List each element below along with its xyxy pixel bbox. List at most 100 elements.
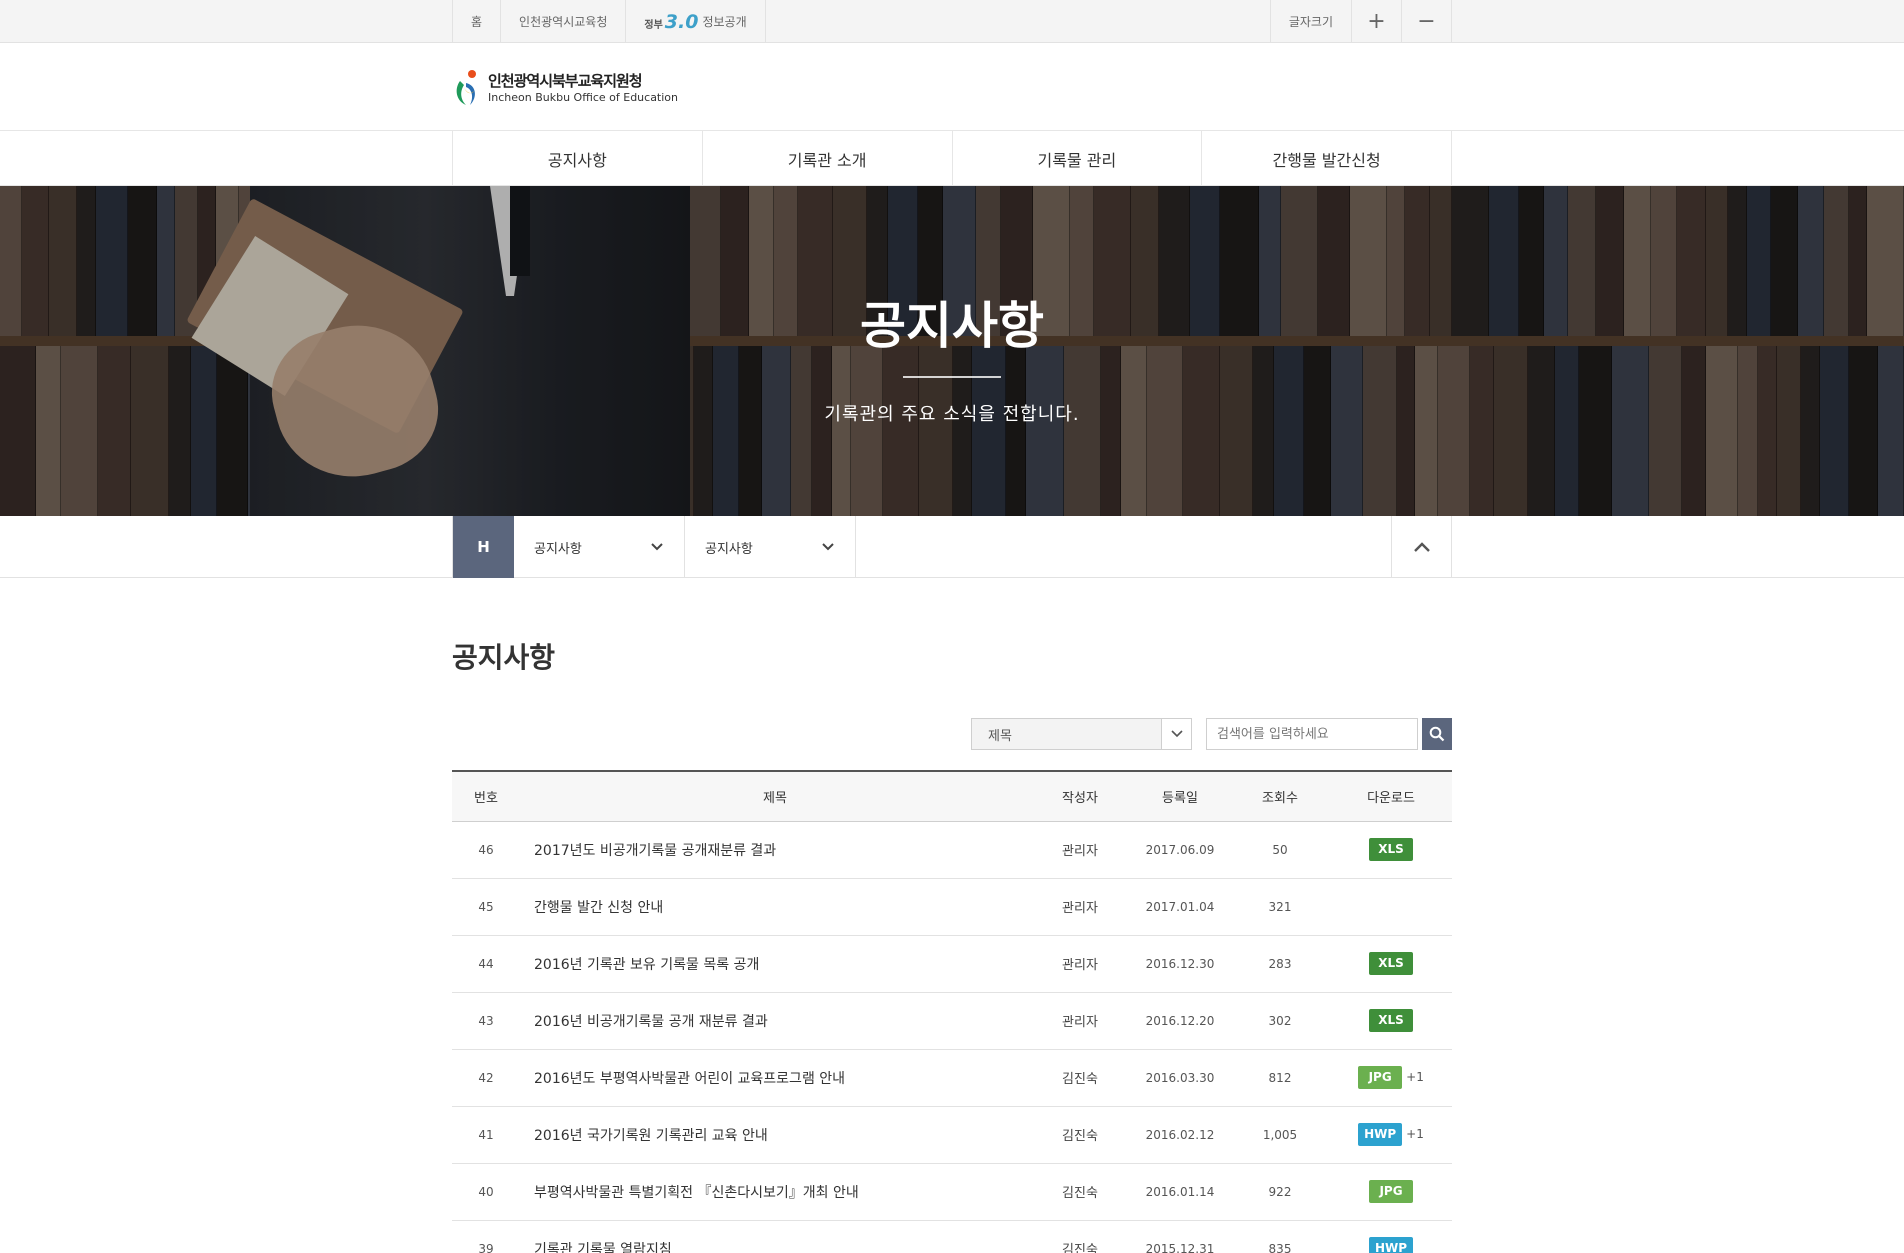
jpg-file-badge[interactable]: JPG — [1358, 1066, 1403, 1089]
gov30-link[interactable]: 정부 3.0 정보공개 — [626, 0, 766, 43]
row-download: HWP — [1330, 1220, 1452, 1253]
col-number: 번호 — [452, 771, 520, 822]
main-nav: 공지사항 기록관 소개 기록물 관리 간행물 발간신청 — [0, 131, 1904, 186]
extra-files-count: +1 — [1406, 1070, 1424, 1084]
site-logo[interactable]: 인천광역시북부교육지원청 Incheon Bukbu Office of Edu… — [452, 65, 678, 109]
logo-subtitle: Incheon Bukbu Office of Education — [488, 91, 679, 104]
table-row[interactable]: 45 간행물 발간 신청 안내 관리자 2017.01.04 321 — [452, 878, 1452, 936]
chevron-down-icon — [1170, 730, 1183, 738]
row-date: 2016.12.30 — [1130, 935, 1230, 993]
row-number: 39 — [452, 1220, 520, 1253]
table-row[interactable]: 40 부평역사박물관 특별기획전 『신촌다시보기』개최 안내 김진숙 2016.01.… — [452, 1163, 1452, 1221]
search-input[interactable] — [1206, 718, 1418, 750]
row-date: 2017.01.04 — [1130, 878, 1230, 936]
row-date: 2016.01.14 — [1130, 1163, 1230, 1221]
chevron-up-icon — [1413, 542, 1430, 552]
row-views: 50 — [1230, 821, 1330, 879]
row-author: 김진숙 — [1030, 1163, 1130, 1221]
row-number: 42 — [452, 1049, 520, 1107]
xls-file-badge[interactable]: XLS — [1369, 838, 1413, 861]
hwp-file-badge[interactable]: HWP — [1369, 1237, 1413, 1253]
font-increase-button[interactable]: + — [1352, 0, 1402, 43]
row-views: 321 — [1230, 878, 1330, 936]
hero-subtitle: 기록관의 주요 소식을 전합니다. — [824, 404, 1080, 425]
row-author: 김진숙 — [1030, 1049, 1130, 1107]
col-date: 등록일 — [1130, 771, 1230, 822]
search-bar: 제목 — [452, 718, 1452, 750]
hero-divider — [903, 376, 1001, 378]
row-number: 46 — [452, 821, 520, 879]
xls-file-badge[interactable]: XLS — [1369, 1009, 1413, 1032]
location-dropdown-2-label: 공지사항 — [705, 541, 753, 557]
row-date: 2016.02.12 — [1130, 1106, 1230, 1164]
chevron-down-icon — [651, 543, 663, 551]
table-row[interactable]: 43 2016년 비공개기록물 공개 재분류 결과 관리자 2016.12.20 302… — [452, 992, 1452, 1050]
location-home-button[interactable]: H — [453, 516, 514, 578]
row-title-link[interactable]: 2016년도 부평역사박물관 어린이 교육프로그램 안내 — [520, 1049, 1030, 1107]
logo-title: 인천광역시북부교육지원청 — [488, 72, 643, 90]
nav-notice[interactable]: 공지사항 — [452, 131, 702, 186]
row-title-link[interactable]: 간행물 발간 신청 안내 — [520, 878, 1030, 936]
search-field-select[interactable]: 제목 — [971, 718, 1192, 750]
row-number: 41 — [452, 1106, 520, 1164]
row-author: 김진숙 — [1030, 1106, 1130, 1164]
location-dropdown-1-label: 공지사항 — [534, 541, 582, 557]
scroll-top-button[interactable] — [1391, 516, 1451, 578]
row-download: HWP +1 — [1330, 1106, 1452, 1164]
table-row[interactable]: 39 기록관 기록물 열람지침 김진숙 2015.12.31 835 HWP — [452, 1220, 1452, 1253]
row-views: 283 — [1230, 935, 1330, 993]
chevron-down-icon — [822, 543, 834, 551]
table-row[interactable]: 44 2016년 기록관 보유 기록물 목록 공개 관리자 2016.12.30 283… — [452, 935, 1452, 993]
row-date: 2015.12.31 — [1130, 1220, 1230, 1253]
utility-bar: 홈 인천광역시교육청 정부 3.0 정보공개 글자크기 + − — [0, 0, 1904, 43]
xls-file-badge[interactable]: XLS — [1369, 952, 1413, 975]
table-row[interactable]: 41 2016년 국가기록원 기록관리 교육 안내 김진숙 2016.02.12 1,0… — [452, 1106, 1452, 1164]
search-icon — [1429, 726, 1445, 742]
location-bar: H 공지사항 공지사항 — [0, 516, 1904, 578]
row-title-link[interactable]: 2016년 국가기록원 기록관리 교육 안내 — [520, 1106, 1030, 1164]
header: 인천광역시북부교육지원청 Incheon Bukbu Office of Edu… — [0, 43, 1904, 131]
jpg-file-badge[interactable]: JPG — [1369, 1180, 1413, 1203]
table-row[interactable]: 42 2016년도 부평역사박물관 어린이 교육프로그램 안내 김진숙 2016.03… — [452, 1049, 1452, 1107]
gov30-logo: 정부 3.0 — [644, 10, 699, 33]
font-decrease-button[interactable]: − — [1402, 0, 1452, 43]
select-arrow — [1161, 719, 1191, 749]
row-views: 835 — [1230, 1220, 1330, 1253]
row-title-link[interactable]: 2017년도 비공개기록물 공개재분류 결과 — [520, 821, 1030, 879]
row-author: 관리자 — [1030, 878, 1130, 936]
row-download: XLS — [1330, 935, 1452, 993]
table-header-row: 번호 제목 작성자 등록일 조회수 다운로드 — [452, 771, 1452, 822]
row-views: 922 — [1230, 1163, 1330, 1221]
nav-records[interactable]: 기록물 관리 — [951, 131, 1202, 186]
nav-about[interactable]: 기록관 소개 — [701, 131, 952, 186]
row-title-link[interactable]: 부평역사박물관 특별기획전 『신촌다시보기』개최 안내 — [520, 1163, 1030, 1221]
office-link[interactable]: 인천광역시교육청 — [501, 0, 627, 43]
row-date: 2017.06.09 — [1130, 821, 1230, 879]
location-dropdown-2[interactable]: 공지사항 — [685, 516, 856, 578]
row-author: 관리자 — [1030, 935, 1130, 993]
search-button[interactable] — [1422, 718, 1452, 750]
col-author: 작성자 — [1030, 771, 1130, 822]
nav-publication[interactable]: 간행물 발간신청 — [1201, 131, 1452, 186]
extra-files-count: +1 — [1406, 1127, 1424, 1141]
font-size-label: 글자크기 — [1271, 0, 1352, 43]
col-title: 제목 — [520, 771, 1030, 822]
info-disclosure-label: 정보공개 — [702, 15, 747, 29]
table-row[interactable]: 46 2017년도 비공개기록물 공개재분류 결과 관리자 2017.06.09 50 X… — [452, 821, 1452, 879]
location-dropdown-1[interactable]: 공지사항 — [514, 516, 685, 578]
hwp-file-badge[interactable]: HWP — [1358, 1123, 1403, 1146]
row-download: XLS — [1330, 992, 1452, 1050]
row-author: 관리자 — [1030, 821, 1130, 879]
row-number: 40 — [452, 1163, 520, 1221]
row-title-link[interactable]: 2016년 기록관 보유 기록물 목록 공개 — [520, 935, 1030, 993]
content: 공지사항 제목 번호 제목 작성자 등록일 조회수 다운로드 462017년도 … — [452, 636, 1452, 1253]
row-download — [1330, 878, 1452, 936]
search-field-value: 제목 — [988, 728, 1012, 744]
row-title-link[interactable]: 2016년 비공개기록물 공개 재분류 결과 — [520, 992, 1030, 1050]
row-views: 302 — [1230, 992, 1330, 1050]
home-link[interactable]: 홈 — [453, 0, 502, 43]
row-date: 2016.03.30 — [1130, 1049, 1230, 1107]
row-views: 812 — [1230, 1049, 1330, 1107]
row-title-link[interactable]: 기록관 기록물 열람지침 — [520, 1220, 1030, 1253]
row-author: 김진숙 — [1030, 1220, 1130, 1253]
